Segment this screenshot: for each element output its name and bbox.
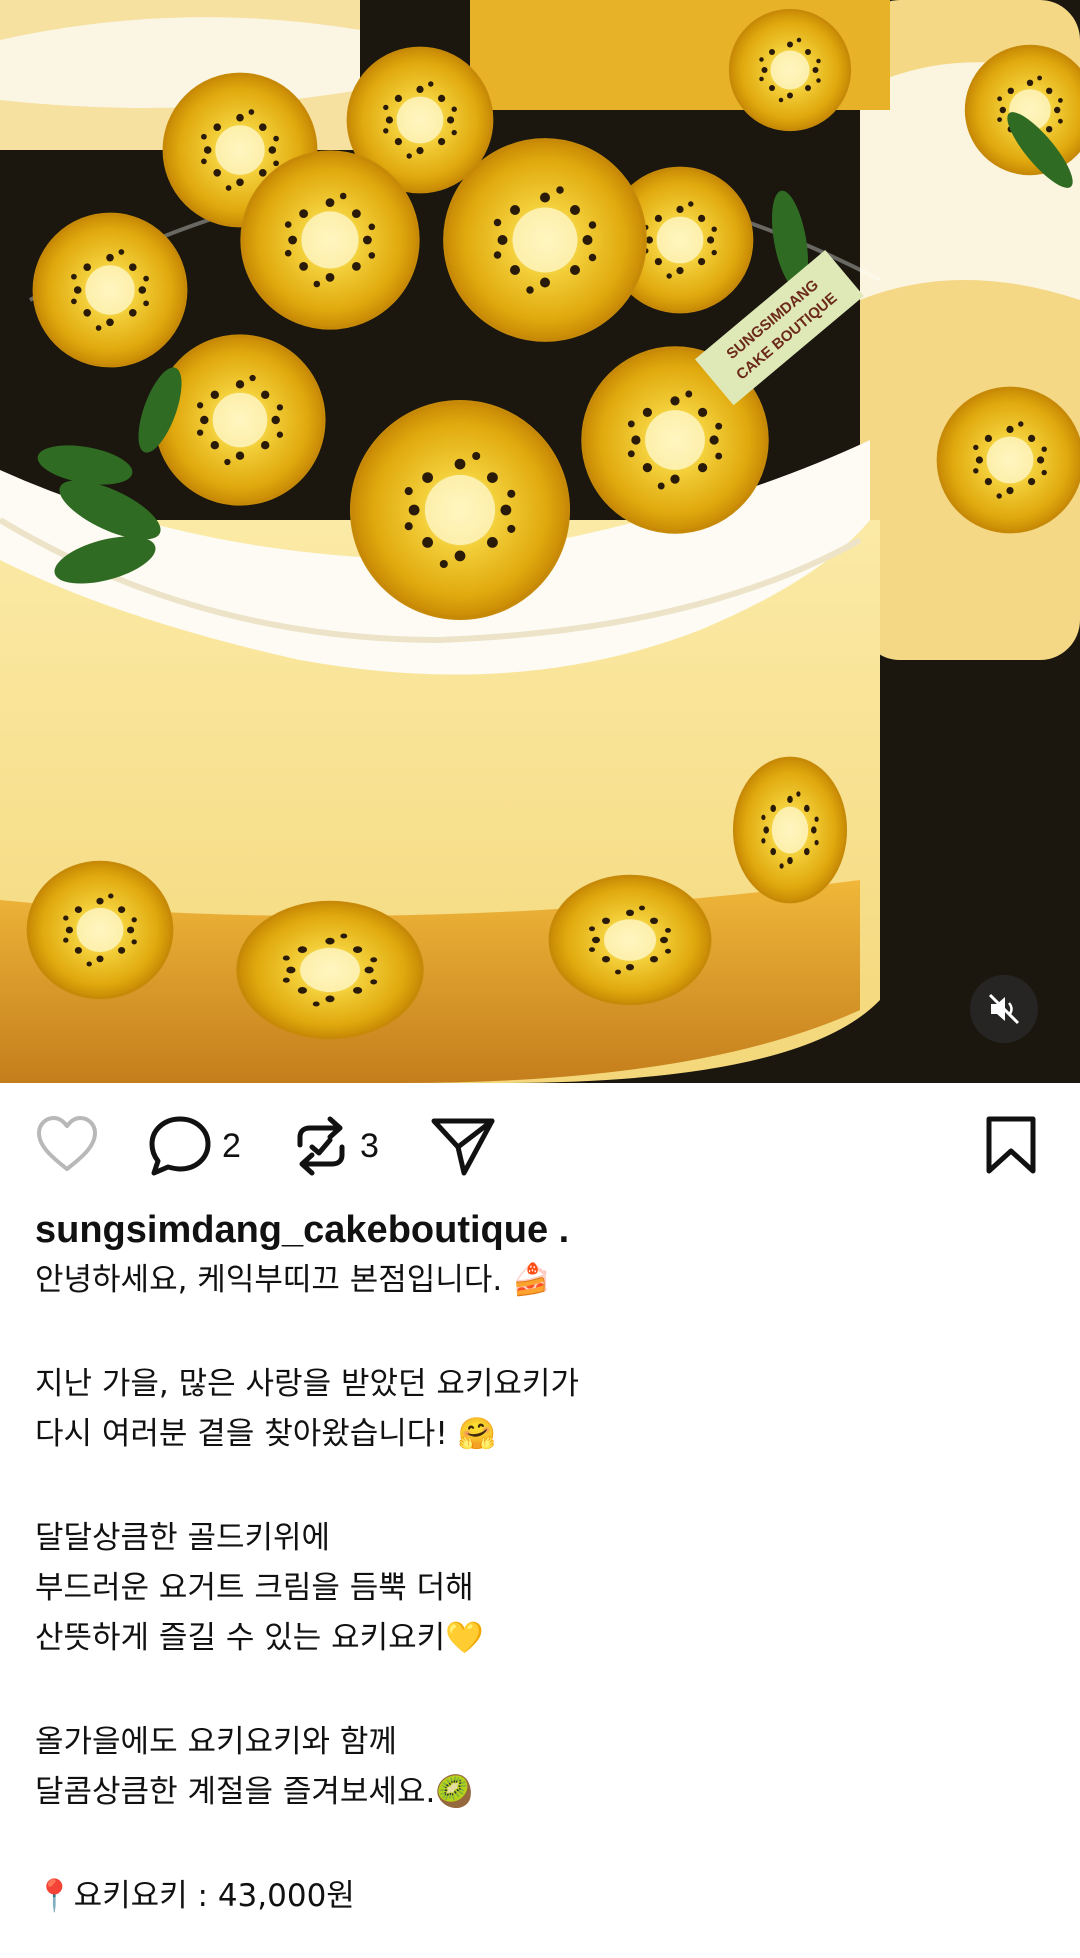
caption-line: 올가을에도 요키요키와 함께 bbox=[35, 1724, 397, 1760]
author-username[interactable]: sungsimdang_cakeboutique . bbox=[35, 1205, 1045, 1255]
caption-price: 📍요키요키 : 43,000원 bbox=[35, 1878, 355, 1914]
caption-line: 부드러운 요거트 크림을 듬뿍 더해 bbox=[35, 1570, 474, 1606]
post-caption: sungsimdang_cakeboutique . 안녕하세요, 케익부띠끄 … bbox=[0, 1205, 1080, 1921]
caption-line: 달콤상큼한 계절을 즐겨보세요.🥝 bbox=[35, 1774, 474, 1810]
repost-count: 3 bbox=[360, 1126, 379, 1165]
paper-plane-icon bbox=[431, 1118, 495, 1176]
repost-button[interactable]: 3 bbox=[292, 1115, 379, 1177]
heart-outline-icon bbox=[37, 1116, 97, 1171]
share-button[interactable] bbox=[430, 1115, 496, 1177]
caption-line: 다시 여러분 곁을 찾아왔습니다! 🤗 bbox=[35, 1416, 497, 1452]
cake-photo: SUNGSIMDANG CAKE BOUTIQUE bbox=[0, 0, 1080, 1083]
post-media[interactable]: SUNGSIMDANG CAKE BOUTIQUE bbox=[0, 0, 1080, 1083]
caption-line: 지난 가을, 많은 사랑을 받았던 요키요키가 bbox=[35, 1366, 579, 1402]
comment-count: 2 bbox=[222, 1126, 241, 1165]
caption-greeting: 안녕하세요, 케익부띠끄 본점입니다. 🍰 bbox=[35, 1262, 551, 1298]
caption-line: 달달상큼한 골드키위에 bbox=[35, 1520, 331, 1556]
action-bar: 2 3 bbox=[0, 1083, 1080, 1203]
like-button[interactable] bbox=[35, 1115, 99, 1173]
bookmark-outline-icon bbox=[986, 1116, 1036, 1174]
comment-button[interactable]: 2 bbox=[148, 1115, 241, 1177]
speaker-muted-icon bbox=[988, 993, 1020, 1025]
comment-bubble-icon bbox=[149, 1116, 211, 1176]
save-button[interactable] bbox=[984, 1115, 1038, 1175]
repost-icon bbox=[297, 1116, 345, 1176]
mute-button[interactable] bbox=[970, 975, 1038, 1043]
caption-line: 산뜻하게 즐길 수 있는 요키요키💛 bbox=[35, 1620, 484, 1656]
